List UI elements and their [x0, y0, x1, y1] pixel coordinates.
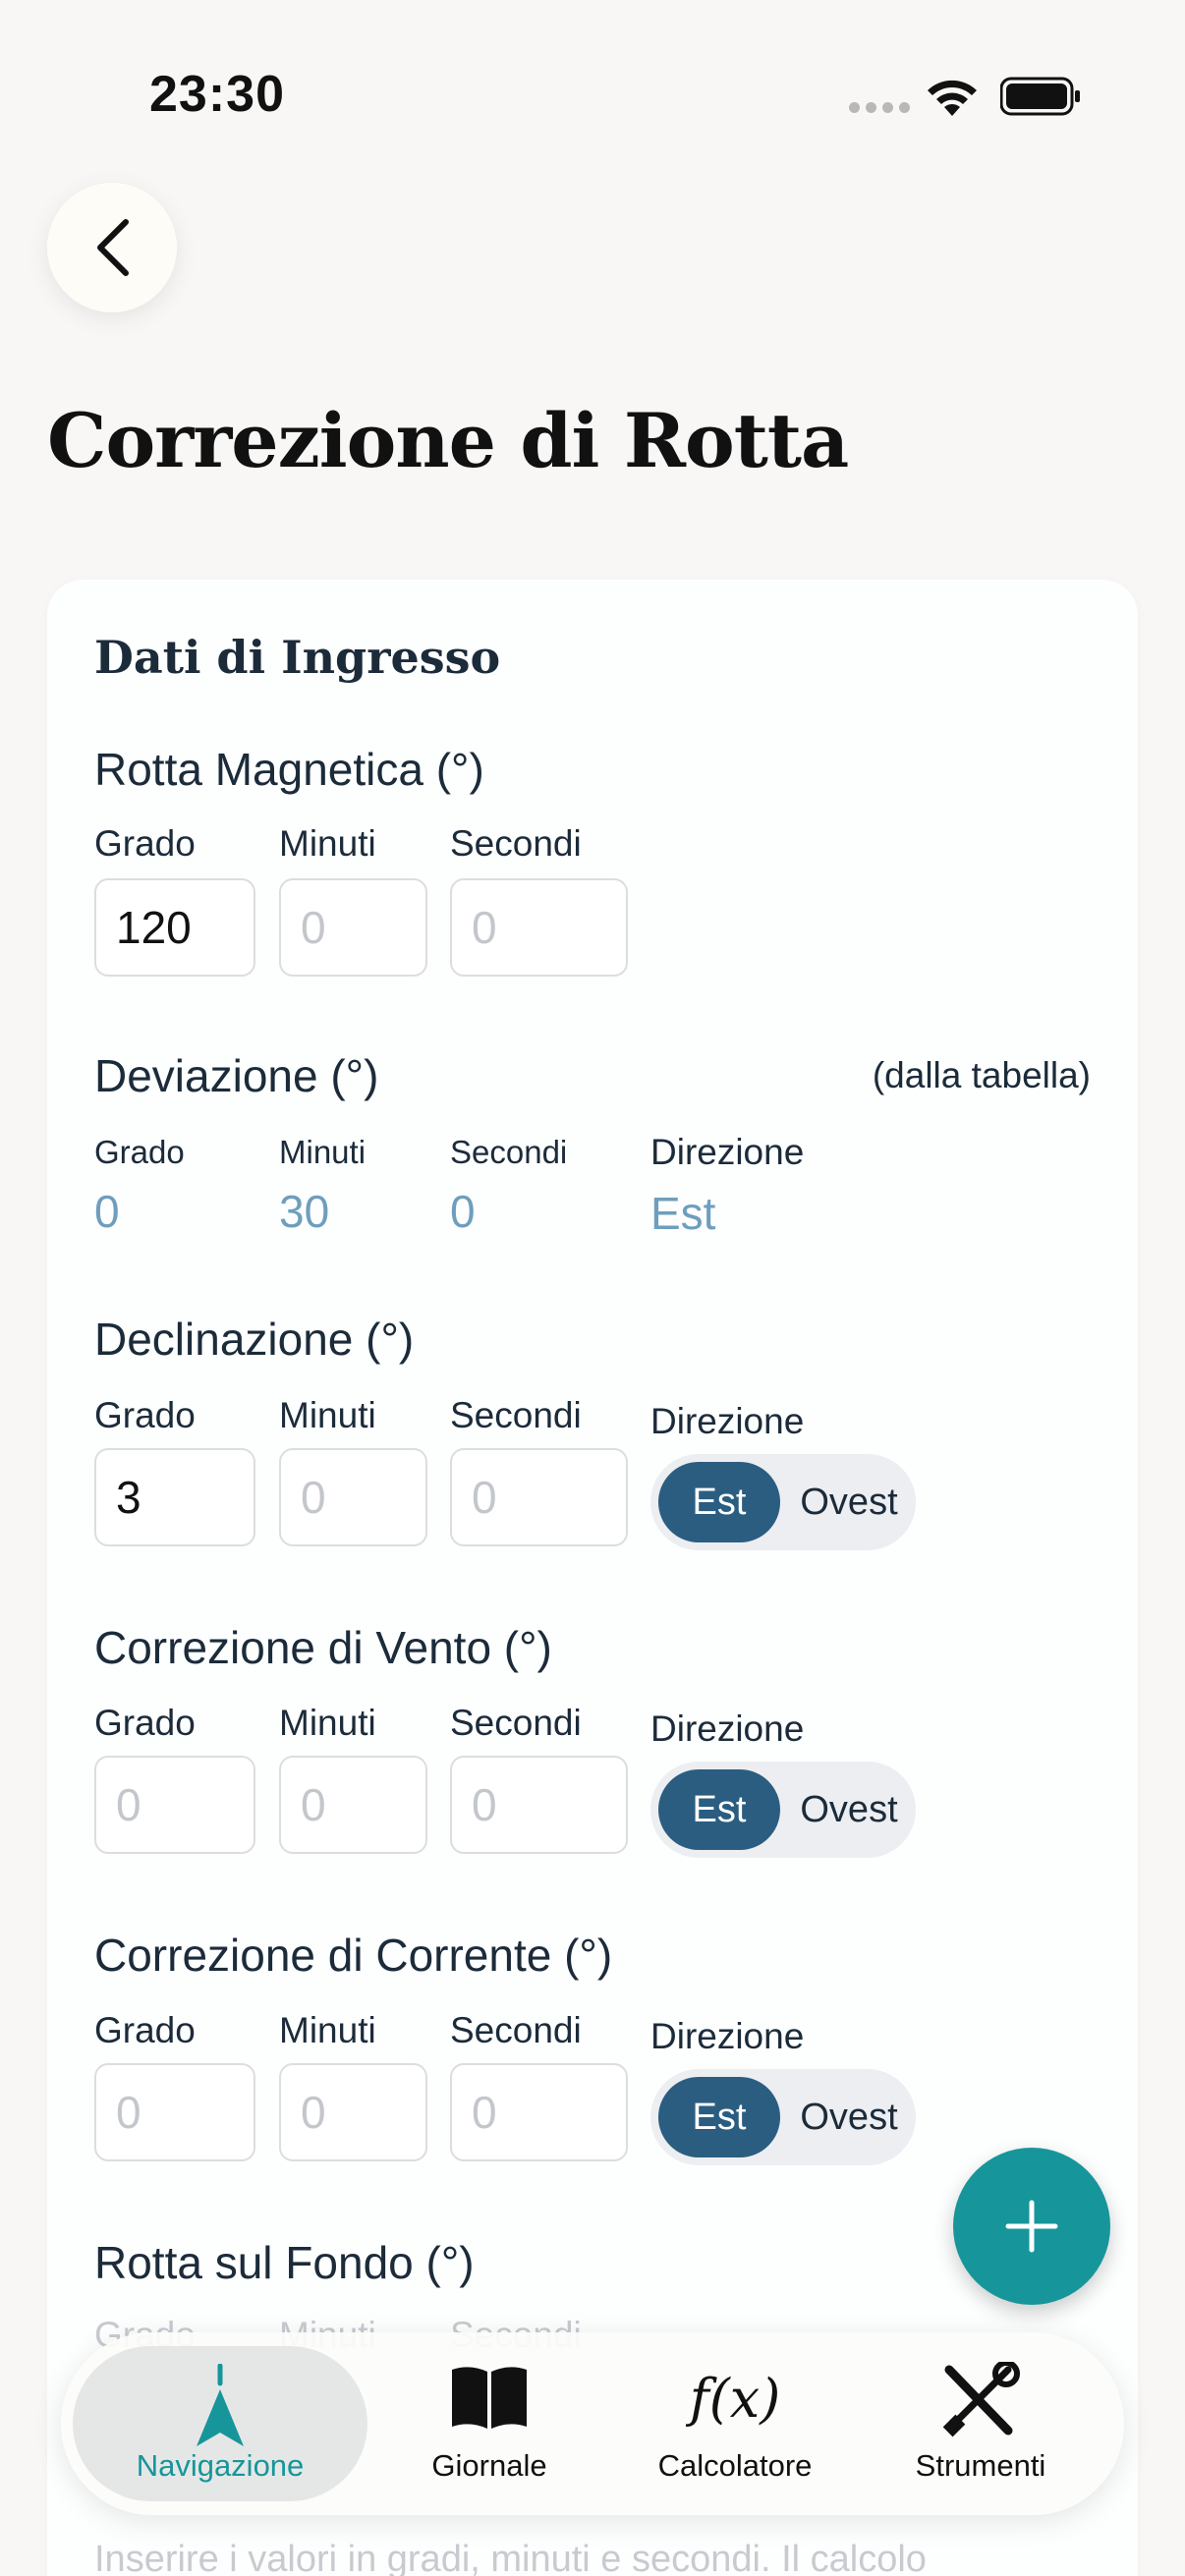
vento-grado-label: Grado: [94, 1703, 196, 1743]
declinazione-minuti-input[interactable]: 0: [279, 1448, 427, 1546]
page-title: Correzione di Rotta: [47, 397, 849, 484]
corrente-grado-label: Grado: [94, 2010, 196, 2050]
tab-calcolatore[interactable]: ƒ(x) Calcolatore: [607, 2332, 863, 2515]
corrente-secondi-input[interactable]: 0: [450, 2063, 628, 2161]
svg-text:ƒ(x): ƒ(x): [686, 2368, 780, 2430]
declinazione-grado-input[interactable]: 3: [94, 1448, 255, 1546]
status-bar: 23:30: [0, 0, 1185, 187]
add-button[interactable]: [953, 2148, 1110, 2305]
deviazione-direzione-label: Direzione: [650, 1132, 805, 1172]
rotta-magnetica-minuti-label: Minuti: [279, 823, 376, 864]
rotta-magnetica-secondi-label: Secondi: [450, 823, 582, 864]
fondo-title: Rotta sul Fondo (°): [94, 2237, 475, 2288]
corrente-title: Correzione di Corrente (°): [94, 1930, 613, 1981]
chevron-left-icon: [97, 219, 129, 276]
vento-minuti-input[interactable]: 0: [279, 1756, 427, 1854]
corrente-direction-toggle[interactable]: Est Ovest: [650, 2069, 916, 2165]
vento-ovest-option[interactable]: Ovest: [790, 1769, 908, 1850]
tab-navigazione-label: Navigazione: [136, 2448, 305, 2483]
tab-giornale-label: Giornale: [431, 2448, 547, 2483]
wifi-icon: [928, 80, 977, 116]
vento-secondi-label: Secondi: [450, 1703, 582, 1743]
declinazione-secondi-label: Secondi: [450, 1395, 582, 1435]
vento-est-option[interactable]: Est: [658, 1769, 780, 1850]
vento-grado-input[interactable]: 0: [94, 1756, 255, 1854]
corrente-ovest-option[interactable]: Ovest: [790, 2077, 908, 2157]
tab-calcolatore-label: Calcolatore: [657, 2448, 813, 2483]
rotta-magnetica-title: Rotta Magnetica (°): [94, 744, 484, 795]
deviazione-title: Deviazione (°): [94, 1050, 379, 1101]
book-icon: [452, 2367, 527, 2429]
status-time: 23:30: [149, 66, 285, 123]
declinazione-title: Declinazione (°): [94, 1314, 415, 1365]
battery-icon: [1000, 77, 1080, 116]
declinazione-est-option[interactable]: Est: [658, 1462, 780, 1542]
deviazione-grado-value: 0: [94, 1186, 120, 1237]
tab-bar: Navigazione Giornale ƒ(x) Calcolatore St…: [61, 2332, 1124, 2515]
deviazione-note: (dalla tabella): [872, 1055, 1091, 1095]
corrente-direzione-label: Direzione: [650, 2016, 805, 2056]
corrente-minuti-input[interactable]: 0: [279, 2063, 427, 2161]
tools-icon: [942, 2362, 1020, 2437]
tab-navigazione[interactable]: Navigazione: [73, 2346, 367, 2501]
vento-title: Correzione di Vento (°): [94, 1622, 552, 1673]
deviazione-secondi-label: Secondi: [450, 1134, 568, 1170]
rotta-magnetica-secondi-input[interactable]: 0: [450, 878, 628, 977]
deviazione-minuti-label: Minuti: [279, 1134, 367, 1170]
deviazione-minuti-value: 30: [279, 1186, 330, 1237]
corrente-grado-input[interactable]: 0: [94, 2063, 255, 2161]
rotta-magnetica-grado-label: Grado: [94, 823, 196, 864]
declinazione-minuti-label: Minuti: [279, 1395, 376, 1435]
vento-direction-toggle[interactable]: Est Ovest: [650, 1762, 916, 1858]
corrente-minuti-label: Minuti: [279, 2010, 376, 2050]
tab-strumenti[interactable]: Strumenti: [863, 2332, 1099, 2515]
tab-strumenti-label: Strumenti: [915, 2448, 1046, 2483]
navigation-arrow-icon: [197, 2364, 244, 2446]
declinazione-secondi-input[interactable]: 0: [450, 1448, 628, 1546]
declinazione-grado-label: Grado: [94, 1395, 196, 1435]
card-title: Dati di Ingresso: [94, 631, 501, 684]
hint-text: Inserire i valori in gradi, minuti e sec…: [94, 2539, 927, 2576]
function-icon: ƒ(x): [686, 2368, 780, 2430]
deviazione-grado-label: Grado: [94, 1134, 185, 1170]
declinazione-ovest-option[interactable]: Ovest: [790, 1462, 908, 1542]
back-button[interactable]: [47, 183, 177, 312]
declinazione-direzione-label: Direzione: [650, 1401, 805, 1441]
rotta-magnetica-grado-input[interactable]: 120: [94, 878, 255, 977]
vento-direzione-label: Direzione: [650, 1708, 805, 1749]
tab-giornale[interactable]: Giornale: [371, 2332, 607, 2515]
vento-minuti-label: Minuti: [279, 1703, 376, 1743]
vento-secondi-input[interactable]: 0: [450, 1756, 628, 1854]
cellular-signal-icon: [849, 102, 910, 113]
corrente-est-option[interactable]: Est: [658, 2077, 780, 2157]
plus-icon: [1005, 2200, 1058, 2253]
declinazione-direction-toggle[interactable]: Est Ovest: [650, 1454, 916, 1550]
corrente-secondi-label: Secondi: [450, 2010, 582, 2050]
deviazione-direzione-value: Est: [650, 1188, 716, 1239]
deviazione-secondi-value: 0: [450, 1186, 476, 1237]
rotta-magnetica-minuti-input[interactable]: 0: [279, 878, 427, 977]
